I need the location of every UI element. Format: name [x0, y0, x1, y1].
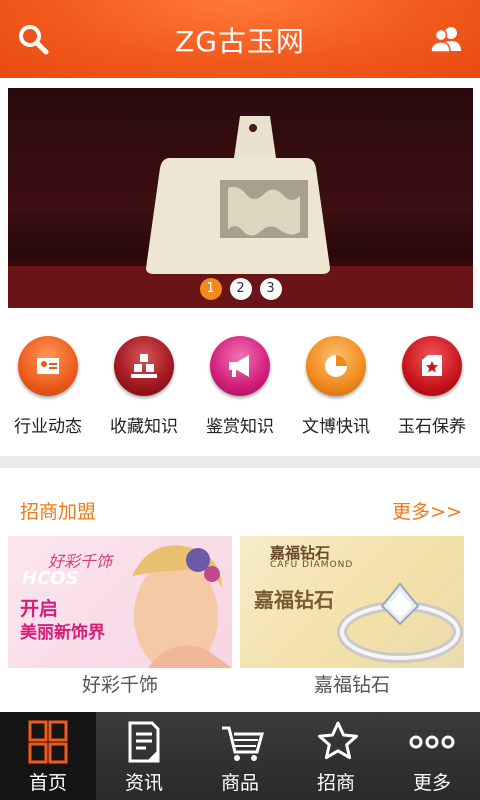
grid-icon [28, 720, 68, 764]
users-icon [430, 27, 461, 53]
ad-caption: 好彩千饰 [81, 674, 158, 696]
banner-jade-image [8, 116, 473, 308]
tab-news[interactable]: 资讯 [96, 712, 192, 800]
ad-caption: 嘉福钻石 [313, 674, 390, 696]
ad-headline: 嘉福钻石 [254, 588, 334, 612]
category-label: 玉石保养 [398, 417, 466, 437]
ad-brand-latin: CAFU DIAMOND [270, 560, 354, 570]
pager-dot-2[interactable]: 2 [229, 278, 252, 300]
pie-chart-icon [325, 355, 347, 377]
ad-brand-latin: HCOS [22, 568, 79, 589]
document-icon [128, 721, 160, 763]
tab-label: 更多 [412, 772, 451, 794]
more-icon [409, 735, 455, 749]
section-divider [0, 456, 480, 468]
ad-card-jiafu[interactable]: 嘉福钻石 CAFU DIAMOND 嘉福钻石 [240, 536, 464, 668]
ad-slogan-line1: 开启 [20, 598, 59, 620]
cart-icon [222, 726, 264, 761]
user-button[interactable] [426, 20, 466, 60]
ad-card-haocai[interactable]: 好彩千饰 HCOS 开启 美丽新饰界 [8, 536, 232, 668]
category-row: 行业动态 收藏知识 鉴赏知识 文博快讯 玉石保养 [0, 330, 480, 440]
category-label: 文博快讯 [302, 417, 370, 437]
category-label: 鉴赏知识 [206, 417, 274, 437]
megaphone-icon [229, 355, 249, 377]
tab-more[interactable]: 更多 [384, 712, 480, 800]
category-collecting[interactable]: 收藏知识 [96, 330, 192, 437]
bottom-tab-bar: 首页 资讯 商品 招商 更多 [0, 712, 480, 800]
app-title: ZG古玉网 [175, 25, 305, 58]
tab-investment[interactable]: 招商 [288, 712, 384, 800]
boxes-icon [131, 354, 157, 378]
category-museum-news[interactable]: 文博快讯 [288, 330, 384, 437]
tab-home[interactable]: 首页 [0, 712, 96, 800]
header-bar: ZG古玉网 [0, 0, 480, 78]
banner-carousel[interactable]: 123 [8, 88, 473, 308]
category-appreciation[interactable]: 鉴赏知识 [192, 330, 288, 437]
pager-dot-3[interactable]: 3 [259, 278, 282, 300]
category-label: 收藏知识 [110, 417, 178, 437]
pager-dot-1[interactable]: 1 [199, 278, 222, 300]
star-icon [318, 721, 358, 760]
tab-label: 首页 [28, 772, 67, 794]
tab-label: 商品 [220, 772, 259, 794]
category-industry-news[interactable]: 行业动态 [0, 330, 96, 437]
category-label: 行业动态 [14, 417, 82, 437]
section-title: 招商加盟 [20, 501, 97, 523]
tab-label: 资讯 [124, 772, 163, 794]
house-star-icon [422, 355, 442, 376]
id-card-icon [37, 358, 59, 374]
tab-label: 招商 [316, 772, 355, 794]
category-jade-care[interactable]: 玉石保养 [384, 330, 480, 437]
ad-slogan-line2: 美丽新饰界 [20, 623, 105, 643]
tab-products[interactable]: 商品 [192, 712, 288, 800]
more-link[interactable]: 更多>> [392, 497, 462, 524]
carousel-pager: 123 [8, 277, 473, 300]
